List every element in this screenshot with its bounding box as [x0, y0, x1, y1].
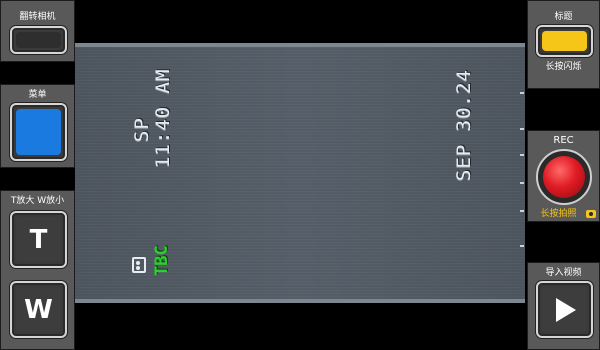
- rec-panel: REC 长按拍照: [527, 130, 600, 222]
- menu-panel: 菜单: [0, 84, 75, 168]
- menu-button[interactable]: [10, 103, 67, 161]
- menu-label: 菜单: [28, 90, 47, 100]
- screen-tick: [520, 182, 524, 184]
- import-video-panel: 导入视频: [527, 262, 600, 350]
- zoom-label: T放大 W放小: [10, 196, 65, 206]
- camera-icon: [586, 210, 596, 218]
- rec-button[interactable]: [536, 149, 592, 205]
- title-button[interactable]: [536, 25, 593, 57]
- zoom-wide-label: W: [24, 294, 53, 325]
- title-panel: 标题 长按闪烁: [527, 0, 600, 89]
- flip-camera-label: 翻转相机: [19, 12, 56, 22]
- screen-tick: [520, 154, 524, 156]
- screen-tick: [520, 128, 524, 130]
- zoom-wide-button[interactable]: W: [10, 281, 67, 338]
- title-label: 标题: [554, 12, 573, 22]
- title-hint: 长按闪烁: [545, 62, 582, 72]
- rec-button-face: [543, 156, 585, 198]
- flip-camera-panel: 翻转相机: [0, 0, 75, 62]
- screen-tick: [520, 92, 524, 94]
- flip-camera-button[interactable]: [10, 26, 67, 54]
- screen-bottom-edge: [75, 299, 525, 303]
- zoom-tele-button[interactable]: T: [10, 211, 67, 268]
- rec-label: REC: [553, 135, 574, 146]
- tape-icon: [132, 257, 146, 273]
- osd-time: 11:40 AM: [152, 68, 174, 168]
- osd-date: SEP 30.24: [453, 69, 475, 181]
- zoom-tele-label: T: [29, 224, 48, 255]
- osd-tbc: TBC: [152, 245, 172, 276]
- osd-mode: SP: [131, 117, 153, 142]
- import-video-button[interactable]: [536, 281, 593, 338]
- screen-tick: [520, 210, 524, 212]
- zoom-panel: T放大 W放小 T W: [0, 190, 75, 350]
- screen-tick: [520, 245, 524, 247]
- import-video-label: 导入视频: [545, 268, 582, 278]
- play-icon: [556, 298, 576, 322]
- screen-top-edge: [75, 43, 525, 47]
